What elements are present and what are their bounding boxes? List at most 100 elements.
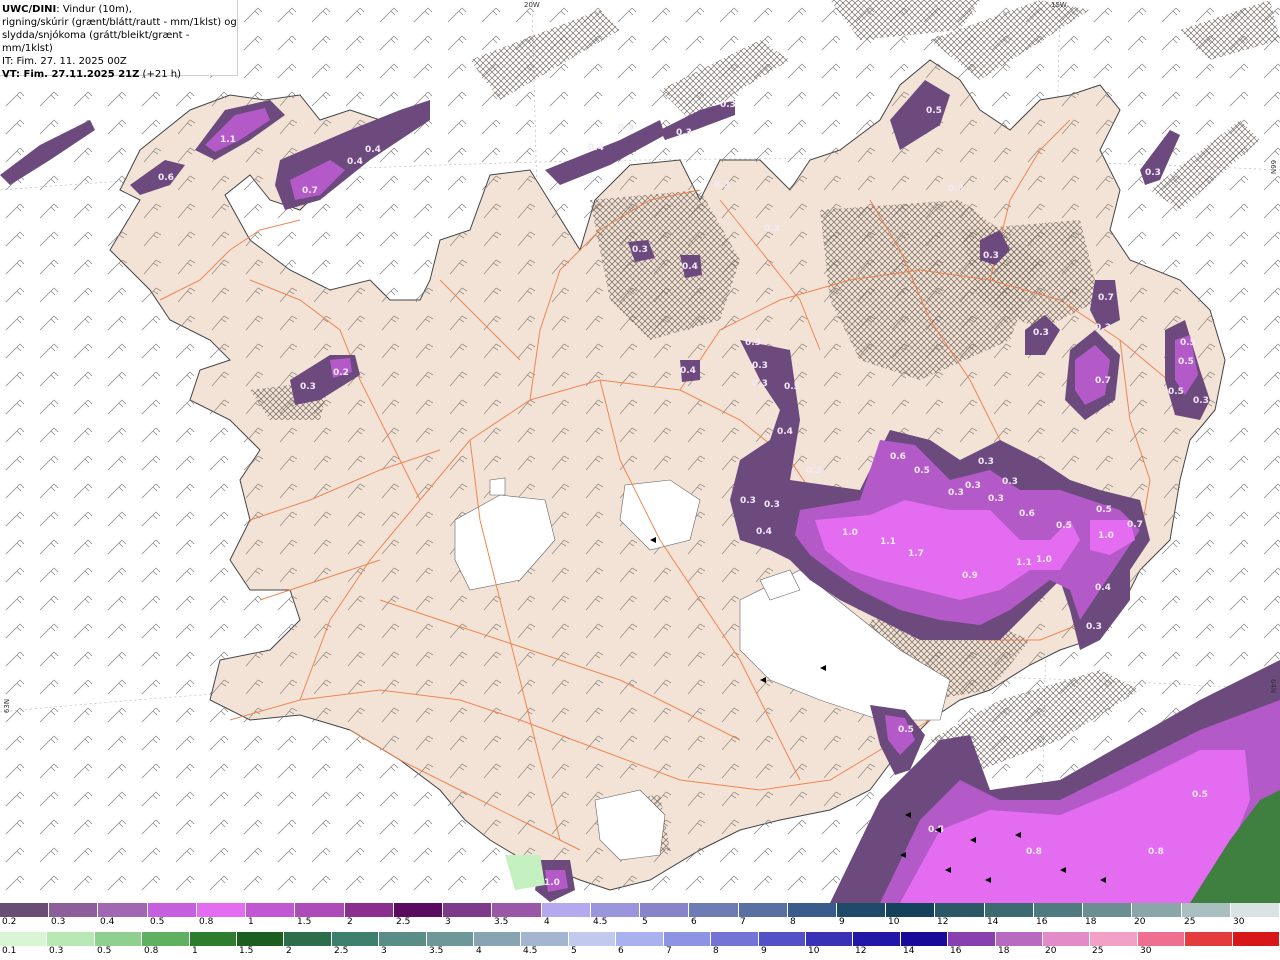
rain-legend-swatch — [142, 932, 190, 946]
precip-value: 0.3 — [300, 382, 316, 392]
precip-value: 0.4 — [680, 366, 696, 376]
snow-legend-label: 5 — [642, 917, 648, 927]
precip-value: 0.3 — [978, 457, 994, 467]
rain-legend-label: 0.5 — [97, 946, 112, 956]
rain-legend-label: 2 — [286, 946, 292, 956]
rain-legend-swatch — [521, 932, 569, 946]
rain-legend-label: 3.5 — [429, 946, 444, 956]
precip-value: 0.4 — [1095, 583, 1111, 593]
rain-legend-swatch — [758, 932, 806, 946]
snow-legend-label: 0.4 — [100, 917, 115, 927]
snow-legend-label: 14 — [987, 917, 999, 927]
rain-legend-swatch — [900, 932, 949, 946]
precip-value: 0.2 — [333, 368, 349, 378]
snow-legend-label: 3.5 — [494, 917, 509, 927]
rain-legend-label: 6 — [618, 946, 624, 956]
snow-legend-swatch — [443, 903, 493, 917]
rain-legend-label: 0.1 — [2, 946, 17, 956]
precip-value: 0.3 — [714, 180, 730, 190]
rain-legend-swatch — [1042, 932, 1091, 946]
rain-legend-swatch — [995, 932, 1043, 946]
snow-legend-labels: 0.2 0.3 0.4 0.5 0.8 1 1.5 2 2.5 3 3.5 4 4.5 5 6 7 8 9 10 12… — [0, 917, 1280, 929]
precip-value: 0.6 — [158, 173, 174, 183]
lat-label-64n: 64N — [1269, 678, 1278, 694]
snow-legend-swatch — [295, 903, 345, 917]
snow-legend-swatch — [541, 903, 591, 917]
snow-legend-swatch — [984, 903, 1034, 917]
rain-legend-label: 0.8 — [144, 946, 159, 956]
rain-legend: 0.1 0.3 0.5 0.8 1 1.5 2 2.5 3 3.5 4 4.5 5 6 7 8 9 10 12 14 1… — [0, 932, 1280, 958]
snow-legend-label: 1.5 — [297, 917, 312, 927]
snow-legend-swatch — [49, 903, 99, 917]
precip-value: 0.3 — [676, 128, 692, 138]
precip-value: 0.3 — [745, 338, 761, 348]
precip-value: 0.3 — [752, 379, 768, 389]
rain-legend-label: 4 — [476, 946, 482, 956]
snow-legend-swatch — [344, 903, 394, 917]
precip-value: 0.7 — [302, 186, 318, 196]
rain-legend-swatches — [0, 932, 1280, 946]
precip-value: 1.0 — [1036, 555, 1052, 565]
snow-legend-swatch — [1132, 903, 1182, 917]
rain-legend-label: 3 — [381, 946, 387, 956]
rain-legend-swatch — [426, 932, 475, 946]
precip-value: 0.4 — [618, 123, 634, 133]
rain-legend-label: 30 — [1140, 946, 1152, 956]
precip-value: 1.0 — [544, 878, 560, 888]
snow-legend-swatch — [98, 903, 148, 917]
snow-legend-swatch — [886, 903, 936, 917]
rain-legend-swatch — [616, 932, 664, 946]
model-name: UWC/DINI — [2, 4, 57, 15]
precip-value: 0.3 — [948, 488, 964, 498]
snow-legend-swatch — [738, 903, 788, 917]
precip-value: 0.3 — [764, 500, 780, 510]
rain-legend-label: 10 — [808, 946, 820, 956]
precip-value: 0.3 — [983, 251, 999, 261]
desc-line-1: : Vindur (10m), — [56, 4, 132, 15]
precip-value: 0.3 — [806, 466, 822, 476]
snow-legend-swatch — [836, 903, 887, 917]
precip-value: 1.1 — [220, 135, 236, 145]
precip-value: 0.3 — [1193, 396, 1209, 406]
precip-value: 0.3 — [965, 481, 981, 491]
valid-offset: (+21 h) — [139, 69, 181, 80]
snow-legend-swatch — [1033, 903, 1084, 917]
weather-map[interactable]: 1.1 0.6 0.4 0.4 0.7 0.3 0.2 0.4 0.4 0.3 … — [0, 0, 1280, 903]
desc-line-2: rigning/skúrir (grænt/blátt/rautt - mm/1… — [2, 17, 237, 28]
snow-legend-label: 18 — [1085, 917, 1097, 927]
rain-legend-label: 7 — [666, 946, 672, 956]
snow-legend-swatch — [492, 903, 542, 917]
rain-legend-label: 2.5 — [334, 946, 349, 956]
precip-value: 0.3 — [720, 100, 736, 110]
color-legend: 0.2 0.3 0.4 0.5 0.8 1 1.5 2 2.5 3 3.5 4 4.5 5 6 7 8 9 10 12… — [0, 903, 1280, 960]
rain-legend-swatch — [1232, 932, 1280, 946]
precip-value: 0.3 — [1002, 477, 1018, 487]
rain-legend-swatch — [1185, 932, 1233, 946]
snow-legend-label: 4 — [544, 917, 550, 927]
snow-legend-label: 4.5 — [593, 917, 608, 927]
snow-legend-label: 25 — [1184, 917, 1196, 927]
precip-value: 1.1 — [880, 537, 896, 547]
rain-legend-swatch — [331, 932, 380, 946]
precip-value: 0.5 — [1180, 338, 1196, 348]
snow-legend-swatch — [935, 903, 985, 917]
snow-legend-label: 2 — [347, 917, 353, 927]
precip-value: 1.1 — [1016, 558, 1032, 568]
precip-value: 0.6 — [890, 452, 906, 462]
rain-legend-swatch — [284, 932, 332, 946]
snow-legend-label: 3 — [445, 917, 451, 927]
precip-value: 0.8 — [1026, 847, 1042, 857]
rain-legend-swatch — [711, 932, 759, 946]
precip-value: 0.3 — [1086, 622, 1102, 632]
precip-value: 0.9 — [962, 571, 978, 581]
precip-value: 0.3 — [740, 496, 756, 506]
precip-value: 0.4 — [365, 145, 381, 155]
rain-legend-swatch — [663, 932, 712, 946]
rain-legend-label: 18 — [998, 946, 1010, 956]
map-viewer: 1.1 0.6 0.4 0.4 0.7 0.3 0.2 0.4 0.4 0.3 … — [0, 0, 1280, 960]
precip-value: 0.3 — [632, 245, 648, 255]
precip-value: 0.3 — [752, 361, 768, 371]
rain-legend-label: 20 — [1045, 946, 1057, 956]
snow-legend-label: 0.2 — [2, 917, 17, 927]
lon-label-20w: 20W — [524, 1, 540, 9]
